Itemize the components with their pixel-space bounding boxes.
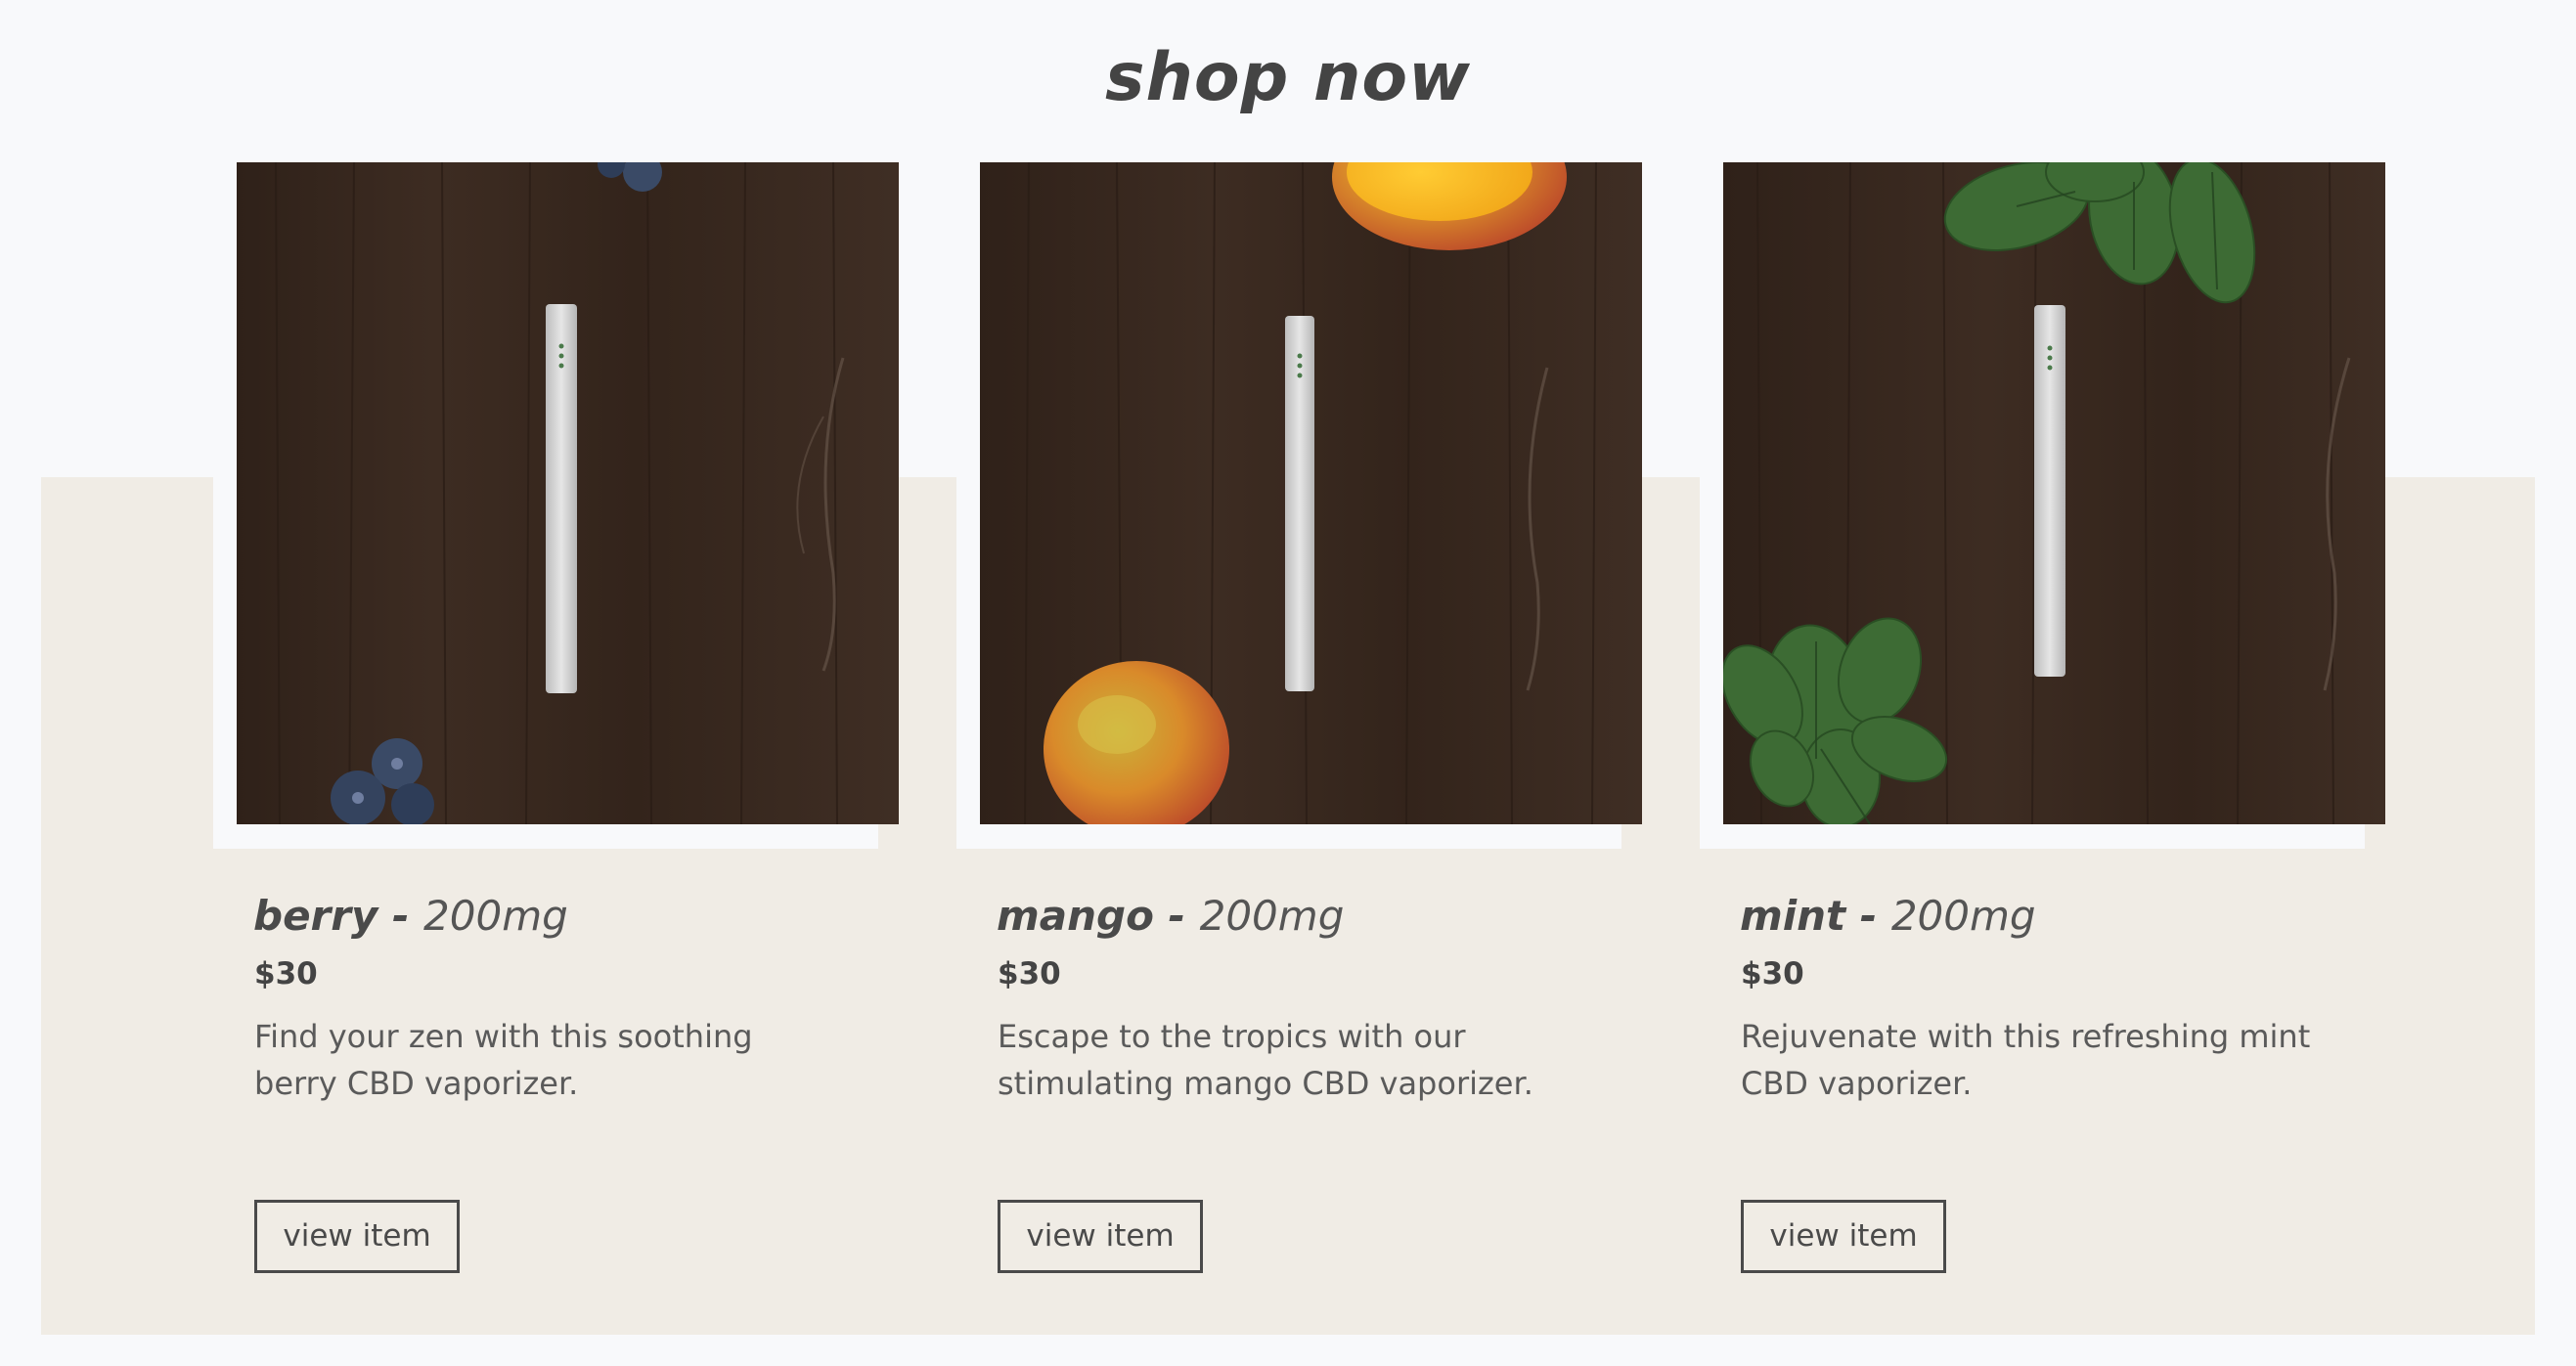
product-name: mango - xyxy=(997,892,1185,940)
product-dose: 200mg xyxy=(423,892,568,940)
product-name: mint - xyxy=(1740,892,1878,940)
section-title: shop now xyxy=(1105,39,1471,116)
product-price: $30 xyxy=(1741,956,1804,991)
product-image-berry[interactable] xyxy=(237,162,899,824)
view-item-button-mango[interactable]: view item xyxy=(998,1200,1203,1273)
product-description: Rejuvenate with this refreshing mint CBD… xyxy=(1741,1018,2311,1102)
product-title: berry - 200mg xyxy=(253,892,568,940)
product-dose: 200mg xyxy=(1890,892,2036,940)
product-card-mango: mango - 200mg $30 Escape to the tropics … xyxy=(956,162,1723,1336)
product-price: $30 xyxy=(998,956,1061,991)
product-description: Escape to the tropics with our stimulati… xyxy=(998,1018,1533,1102)
view-item-button-berry[interactable]: view item xyxy=(254,1200,460,1273)
product-card-mint: mint - 200mg $30 Rejuvenate with this re… xyxy=(1700,162,2466,1336)
product-dose: 200mg xyxy=(1199,892,1345,940)
berry-vaporizer-photo xyxy=(237,162,899,824)
mango-vaporizer-photo xyxy=(980,162,1642,824)
product-card-berry: berry - 200mg $30 Find your zen with thi… xyxy=(213,162,980,1336)
view-item-button-mint[interactable]: view item xyxy=(1741,1200,1946,1273)
product-price: $30 xyxy=(254,956,318,991)
shop-now-section: shop now berry - 200mg $30 Find your zen… xyxy=(0,0,2576,1366)
product-image-mango[interactable] xyxy=(980,162,1642,824)
product-description: Find your zen with this soothing berry C… xyxy=(254,1018,753,1102)
product-image-mint[interactable] xyxy=(1723,162,2385,824)
product-title: mint - 200mg xyxy=(1740,892,2036,940)
mint-vaporizer-photo xyxy=(1723,162,2385,824)
product-title: mango - 200mg xyxy=(997,892,1344,940)
product-name: berry - xyxy=(253,892,410,940)
